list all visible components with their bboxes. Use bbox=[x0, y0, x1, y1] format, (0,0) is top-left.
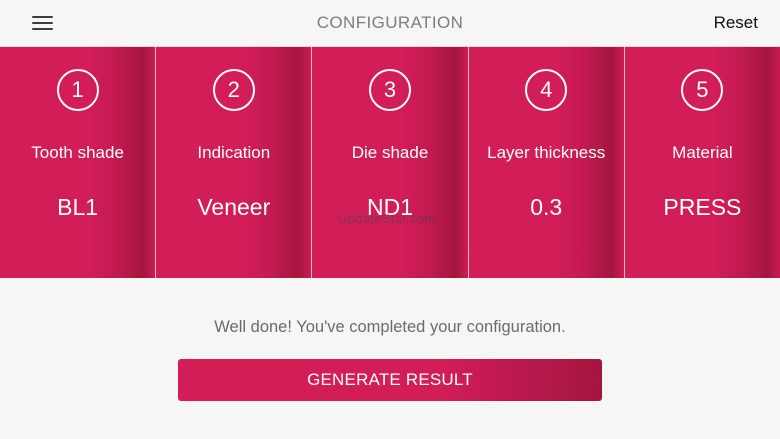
configuration-steps: 1 Tooth shade BL1 2 Indication Veneer 3 … bbox=[0, 47, 780, 278]
step-number-badge: 3 bbox=[369, 69, 411, 111]
step-card-die-shade[interactable]: 3 Die shade ND1 bbox=[312, 47, 469, 278]
completion-message: Well done! You've completed your configu… bbox=[214, 318, 566, 336]
step-label: Die shade bbox=[351, 143, 429, 162]
step-label: Layer thickness bbox=[487, 143, 606, 162]
step-card-tooth-shade[interactable]: 1 Tooth shade BL1 bbox=[0, 47, 157, 278]
step-value: BL1 bbox=[57, 194, 99, 220]
step-value: PRESS bbox=[663, 194, 742, 220]
step-card-layer-thickness[interactable]: 4 Layer thickness 0.3 bbox=[468, 47, 625, 278]
step-label: Indication bbox=[197, 143, 271, 162]
watermark-text: UpdateStar.com bbox=[338, 211, 436, 226]
reset-button[interactable]: Reset bbox=[714, 13, 758, 33]
step-value: Veneer bbox=[197, 194, 271, 220]
step-label: Tooth shade bbox=[31, 143, 124, 162]
step-number-badge: 2 bbox=[212, 69, 255, 111]
step-number-badge: 1 bbox=[56, 69, 99, 111]
step-card-material[interactable]: 5 Material PRESS bbox=[624, 47, 780, 278]
page-title: CONFIGURATION bbox=[316, 13, 464, 32]
top-navigation-bar: CONFIGURATION Reset bbox=[0, 0, 780, 47]
step-label: Material bbox=[672, 143, 733, 162]
generate-result-button[interactable]: GENERATE RESULT bbox=[178, 359, 602, 401]
step-number-badge: 4 bbox=[525, 69, 568, 111]
step-card-indication[interactable]: 2 Indication Veneer bbox=[156, 47, 313, 278]
step-value: 0.3 bbox=[530, 194, 563, 220]
step-number-badge: 5 bbox=[681, 69, 724, 111]
